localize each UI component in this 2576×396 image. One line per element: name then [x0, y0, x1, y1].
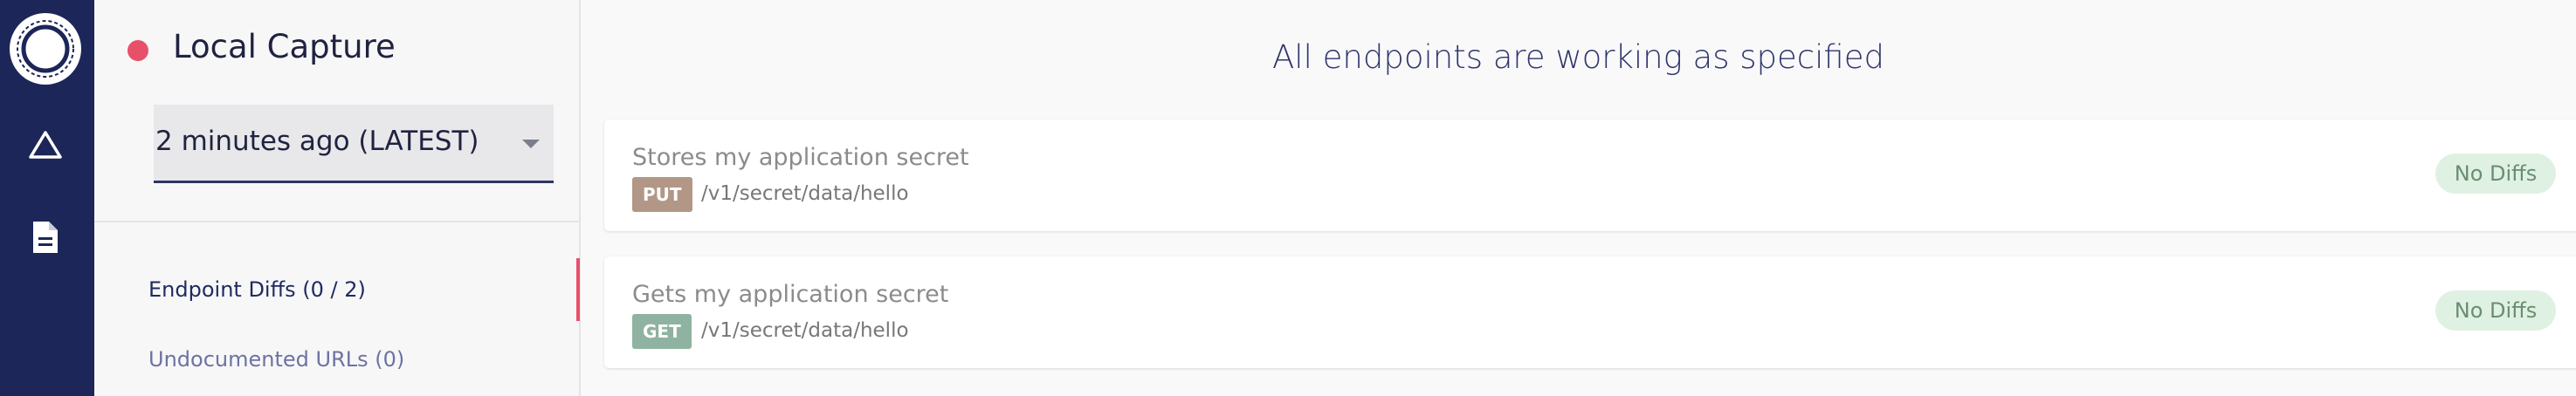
capture-status-dot — [127, 40, 148, 61]
sidebar-divider — [94, 221, 581, 222]
app-logo-icon[interactable] — [10, 13, 81, 85]
capture-select[interactable]: 2 minutes ago (LATEST) — [154, 105, 554, 183]
capture-select-value: 2 minutes ago (LATEST) — [155, 126, 479, 157]
page-heading: All endpoints are working as specified — [1272, 38, 1884, 76]
active-nav-indicator — [576, 258, 580, 321]
endpoint-card[interactable]: Gets my application secret GET /v1/secre… — [604, 256, 2576, 368]
endpoint-path: /v1/secret/data/hello — [701, 182, 909, 205]
diff-status-badge: No Diffs — [2435, 154, 2556, 194]
triangle-icon[interactable] — [24, 124, 66, 166]
document-icon[interactable] — [24, 216, 66, 258]
capture-title: Local Capture — [173, 28, 396, 65]
endpoint-card[interactable]: Stores my application secret PUT /v1/sec… — [604, 119, 2576, 231]
main-content: All endpoints are working as specified S… — [581, 0, 2576, 396]
endpoint-path: /v1/secret/data/hello — [701, 319, 909, 342]
endpoint-title: Stores my application secret — [632, 144, 969, 171]
nav-undocumented-urls[interactable]: Undocumented URLs (0) — [148, 347, 404, 372]
method-badge: GET — [632, 314, 692, 349]
nav-endpoint-diffs[interactable]: Endpoint Diffs (0 / 2) — [148, 277, 366, 302]
diff-status-badge: No Diffs — [2435, 290, 2556, 331]
left-rail — [0, 0, 94, 396]
capture-sidebar: Local Capture 2 minutes ago (LATEST) End… — [94, 0, 581, 396]
endpoint-title: Gets my application secret — [632, 281, 949, 308]
caret-down-icon — [522, 140, 540, 148]
method-badge: PUT — [632, 177, 692, 212]
